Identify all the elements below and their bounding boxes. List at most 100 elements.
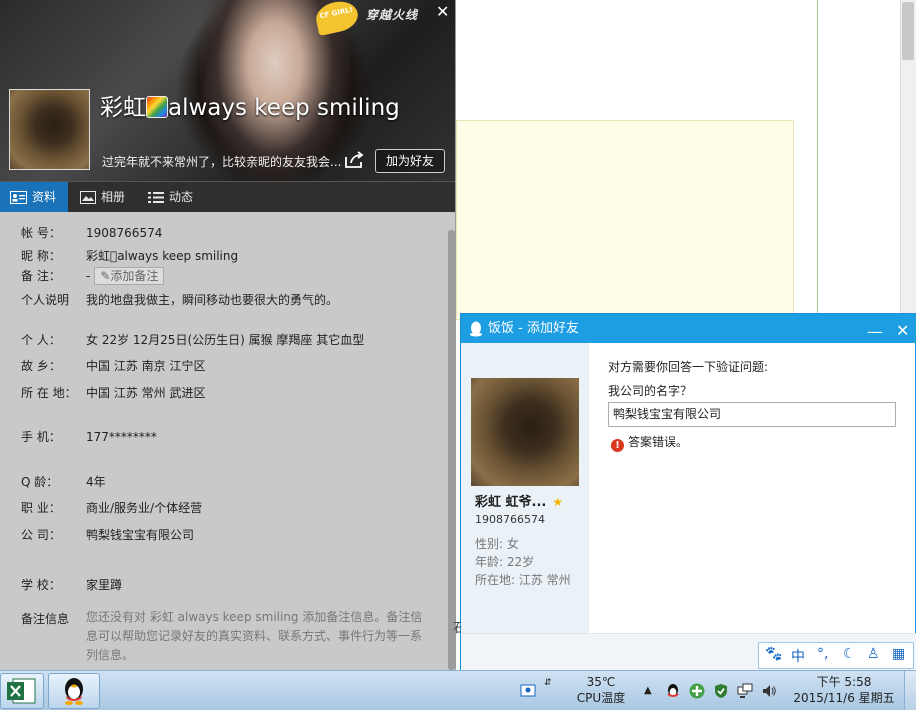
field-location: 所 在 地： 中国 江苏 常州 武进区 [21, 384, 205, 401]
field-account: 帐 号： 1908766574 [21, 224, 162, 241]
temperature-value: 35℃ [586, 675, 616, 689]
minimize-icon[interactable]: — [867, 317, 883, 346]
add-remark-button[interactable]: ✎添加备注 [94, 267, 165, 285]
qq-penguin-icon[interactable] [665, 683, 681, 699]
friend-avatar[interactable] [471, 378, 579, 486]
add-friend-button[interactable]: 加为好友 [375, 149, 445, 173]
field-value: 我的地盘我做主，瞬间移动也要很大的勇气的。 [86, 293, 339, 307]
excel-icon [7, 678, 36, 704]
clock-time: 下午 5:58 [816, 675, 872, 689]
friend-nickname: 彩虹 虹爷... ★ [475, 491, 563, 510]
field-value: 中国 江苏 常州 武进区 [86, 386, 206, 400]
answer-input[interactable]: 鸭梨钱宝宝有限公司 [608, 402, 896, 427]
nickname-suffix: always keep smiling [168, 95, 400, 121]
profile-signature: 过完年就不来常州了，比较亲昵的友友我会... [102, 155, 342, 169]
background-note-area [456, 120, 794, 320]
field-value: 177******** [86, 430, 157, 444]
tab-info[interactable]: 资料 [0, 182, 68, 213]
field-value: - [86, 269, 91, 283]
field-personal: 个 人： 女 22岁 12月25日(公历生日) 属猴 摩羯座 其它血型 [21, 331, 364, 348]
field-label: 备注信息 [21, 612, 70, 626]
ime-mode[interactable]: 中 [791, 646, 805, 666]
field-value: 商业/服务业/个体经营 [86, 501, 203, 515]
verification-question: 我公司的名字？ [608, 384, 693, 398]
feed-icon [148, 192, 164, 203]
clock-date: 2015/11/6 星期五 [793, 691, 895, 705]
field-school: 学 校： 家里蹲 [21, 576, 122, 593]
field-label: 帐 号： [21, 226, 61, 240]
background-page-border [817, 0, 818, 320]
show-hidden-icons-icon[interactable]: ▲ [644, 683, 652, 699]
field-job: 职 业： 商业/服务业/个体经营 [21, 499, 202, 516]
field-label: Q 龄： [21, 475, 59, 489]
share-icon[interactable] [344, 151, 366, 169]
field-label: 所 在 地： [21, 386, 77, 400]
close-icon[interactable]: ✕ [436, 2, 449, 21]
plus-icon[interactable] [689, 683, 705, 699]
field-bio: 个人说明 我的地盘我做主，瞬间移动也要很大的勇气的。 [21, 291, 338, 308]
dialog-title: 饭饭 - 添加好友 [488, 321, 579, 336]
user-icon[interactable]: ♙ [867, 646, 880, 662]
tab-info-label: 资料 [32, 190, 57, 204]
field-mobile: 手 机： 177******** [21, 428, 157, 445]
field-nickname: 昵 称： 彩虹 always keep smiling [21, 247, 238, 264]
display-icon[interactable] [520, 683, 536, 699]
taskbar-excel[interactable] [0, 673, 44, 709]
taskbar: ⇵ 35℃ CPU温度 ▲ 下午 5:58 2015/11/6 星期五 [0, 670, 916, 710]
error-icon: ! [611, 439, 624, 452]
field-label: 备 注： [21, 269, 61, 283]
show-desktop-button[interactable] [904, 671, 916, 710]
ime-toolbar: 🐾 中 °, ☾ ♙ ▦ [758, 642, 914, 669]
avatar[interactable] [9, 89, 90, 170]
star-icon: ★ [552, 495, 564, 509]
friend-age: 年龄: 22岁 [475, 555, 535, 569]
shield-icon[interactable] [713, 683, 729, 699]
field-label: 学 校： [21, 578, 61, 592]
friend-nickname-text: 彩虹 虹爷... [475, 495, 547, 510]
nickname-text: 彩虹 [100, 95, 146, 121]
profile-info-panel: 帐 号： 1908766574 昵 称： 彩虹 always keep smilin… [0, 212, 446, 670]
network-icon[interactable] [737, 683, 753, 699]
album-icon [80, 191, 96, 204]
verification-intro: 对方需要你回答一下验证问题: [608, 360, 769, 374]
paw-icon[interactable]: 🐾 [765, 646, 782, 662]
error-text: 答案错误。 [628, 435, 689, 449]
field-value: 1908766574 [86, 226, 163, 240]
clock[interactable]: 下午 5:58 2015/11/6 星期五 [788, 674, 900, 706]
field-value: 彩虹 always keep smiling [86, 249, 239, 263]
volume-icon[interactable] [761, 683, 777, 699]
field-label: 手 机： [21, 430, 61, 444]
friend-gender: 性别: 女 [475, 537, 519, 551]
ime-punctuation[interactable]: °, [817, 646, 828, 662]
temperature-label: CPU温度 [576, 691, 626, 705]
taskbar-qq[interactable] [48, 673, 100, 709]
field-label: 故 乡： [21, 359, 61, 373]
field-company: 公 司： 鸭梨钱宝宝有限公司 [21, 526, 194, 543]
edit-icon: ✎ [100, 269, 111, 283]
field-remark: 备 注： - ✎添加备注 [21, 267, 165, 285]
dialog-friend-panel: 彩虹 虹爷... ★ 1908766574 性别: 女 年龄: 22岁 所在地: … [461, 343, 589, 633]
profile-tabs: 资料 相册 动态 [0, 181, 455, 213]
background-scrollbar-thumb[interactable] [902, 2, 914, 60]
grid-icon[interactable]: ▦ [892, 646, 905, 662]
friend-location: 所在地: 江苏 常州 [475, 573, 571, 587]
tab-feed-label: 动态 [169, 190, 194, 204]
profile-card: CF GIRL! 穿越火线 ✕ 彩虹 always keep smiling 过完… [0, 0, 456, 670]
field-value: 中国 江苏 南京 江宁区 [86, 359, 206, 373]
moon-icon[interactable]: ☾ [843, 646, 856, 662]
profile-scrollbar-thumb[interactable] [448, 230, 455, 670]
field-hometown: 故 乡： 中国 江苏 南京 江宁区 [21, 357, 205, 374]
qq-penguin-icon [470, 321, 482, 337]
field-label: 个人说明 [21, 293, 70, 307]
remark-info-text: 您还没有对 彩虹 always keep smiling 添加备注信息。备注信息… [86, 610, 423, 662]
field-label: 职 业： [21, 501, 61, 515]
close-icon[interactable]: ✕ [896, 316, 909, 345]
tab-album[interactable]: 相册 [70, 182, 138, 213]
add-friend-dialog: 石 饭饭 - 添加好友 — ✕ 彩虹 虹爷... ★ 1908766574 性别:… [453, 313, 916, 670]
field-value: 女 22岁 12月25日(公历生日) 属猴 摩羯座 其它血型 [86, 333, 365, 347]
add-remark-label: 添加备注 [110, 269, 159, 283]
tab-feed[interactable]: 动态 [138, 182, 206, 213]
field-remark-info-label: 备注信息 [21, 610, 86, 627]
field-label: 昵 称： [21, 249, 61, 263]
tray-arrows-icon[interactable]: ⇵ [544, 675, 552, 691]
